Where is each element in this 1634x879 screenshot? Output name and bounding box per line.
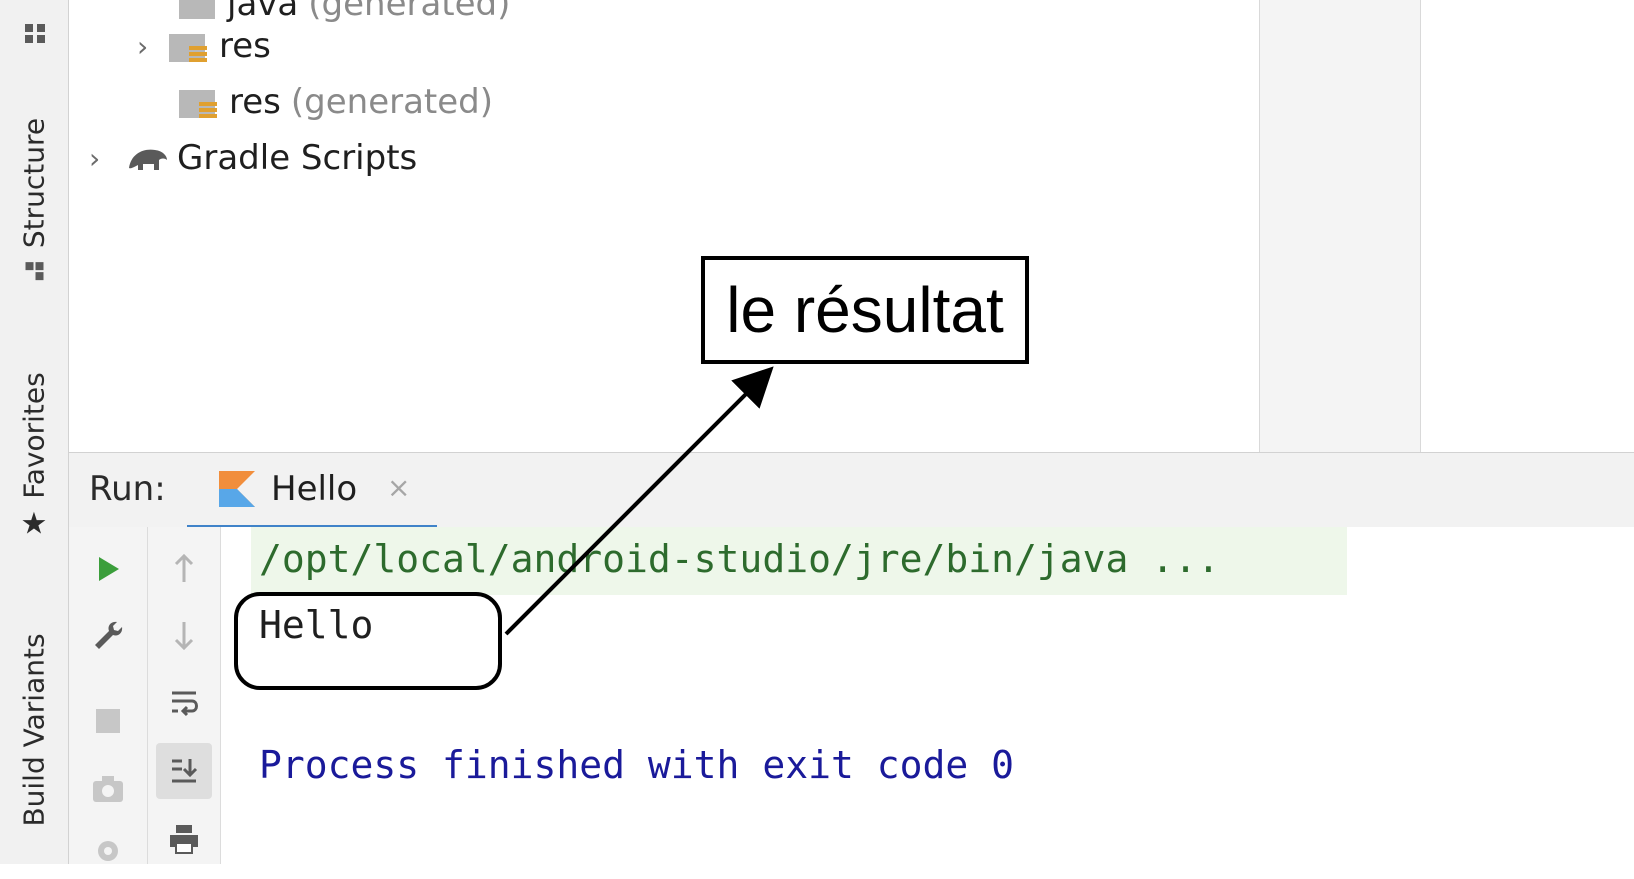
annotation-callout: le résultat bbox=[701, 256, 1029, 364]
annotation-arrow bbox=[504, 366, 774, 636]
annotation-label: le résultat bbox=[726, 274, 1004, 346]
